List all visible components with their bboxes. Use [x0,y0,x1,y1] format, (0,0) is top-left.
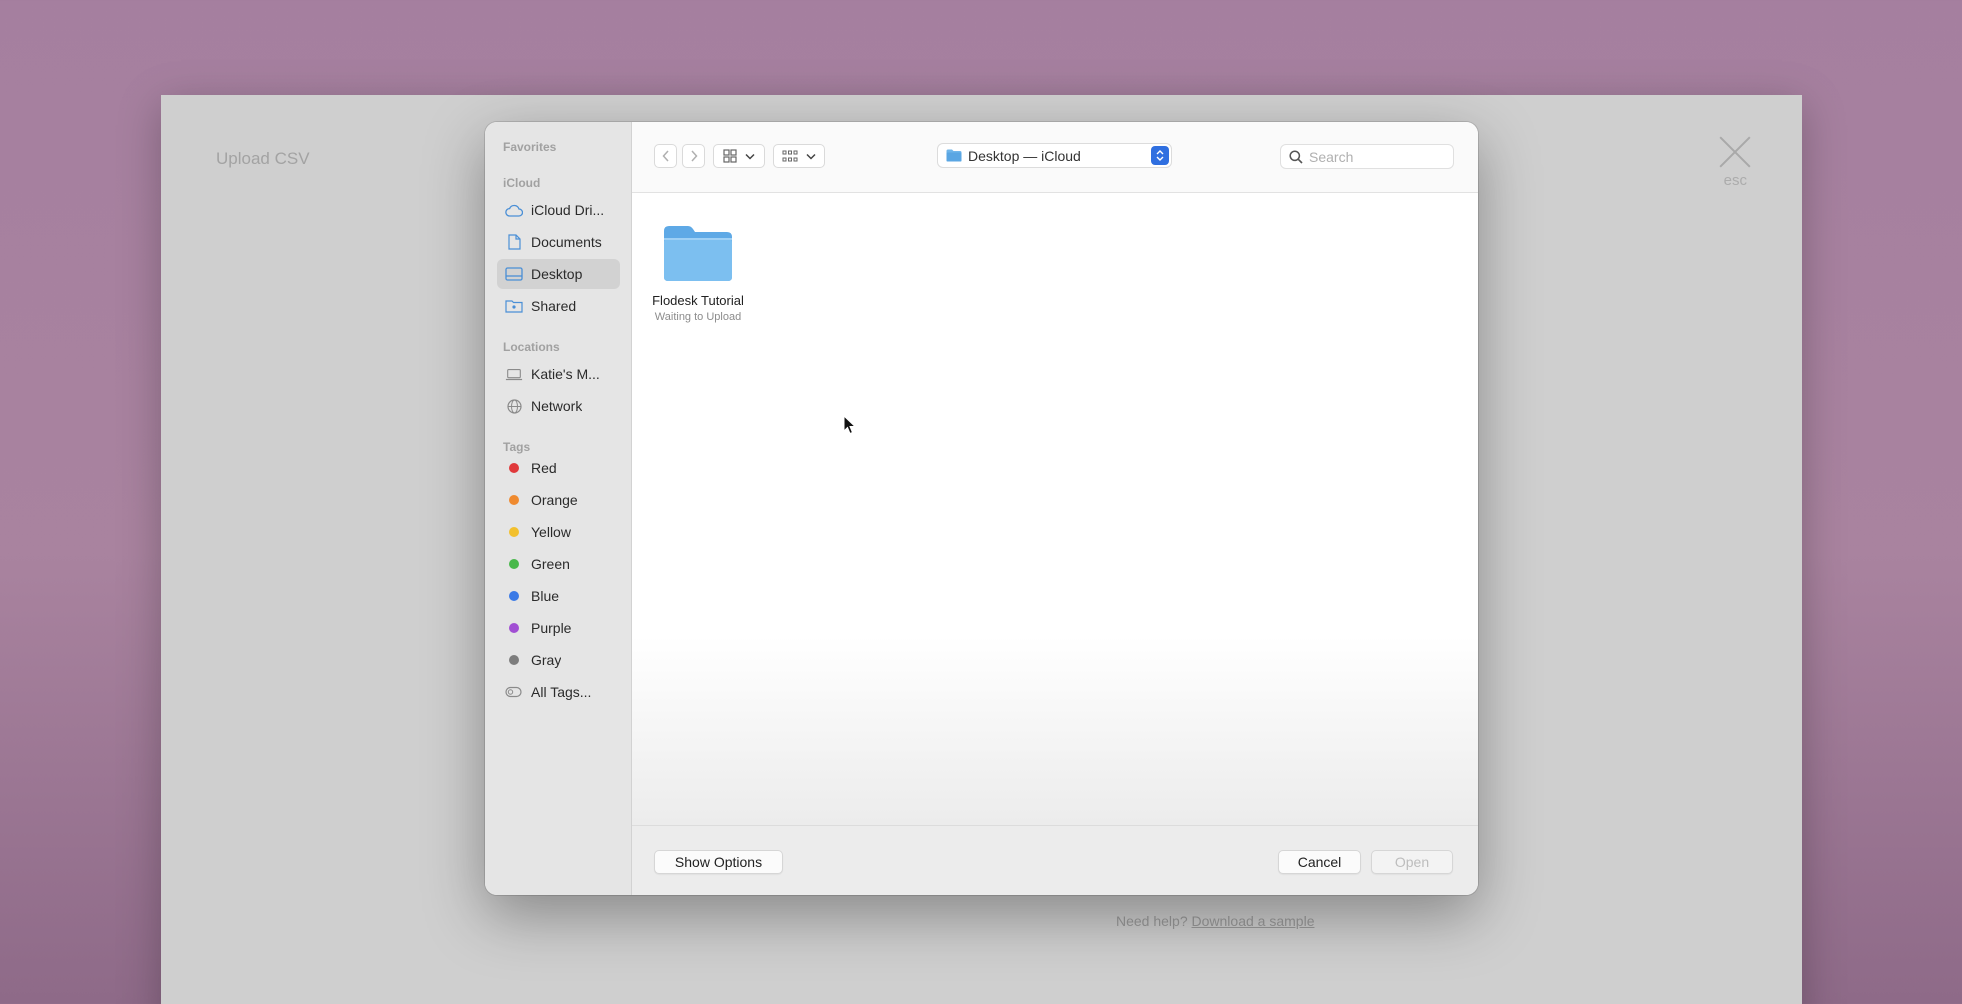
chevron-right-icon [690,150,698,162]
sidebar-item-tag-red[interactable]: Red [497,453,620,483]
tag-dot-icon [505,620,523,636]
sidebar-item-katies-mac[interactable]: Katie's M... [497,359,620,389]
sidebar-item-all-tags[interactable]: All Tags... [497,677,620,707]
search-icon [1289,149,1303,164]
updown-chevron-icon [1151,146,1169,165]
sidebar-item-label: Green [531,556,570,572]
sidebar: Favorites iCloud iCloud Dri... Documents… [485,122,632,895]
sidebar-item-tag-purple[interactable]: Purple [497,613,620,643]
sidebar-item-tag-yellow[interactable]: Yellow [497,517,620,547]
cloud-icon [505,202,523,218]
sidebar-item-label: Gray [531,652,562,668]
download-sample-link[interactable]: Download a sample [1192,913,1315,929]
sidebar-item-label: iCloud Dri... [531,202,605,218]
sidebar-item-label: All Tags... [531,684,592,700]
group-by-button[interactable] [773,144,825,168]
esc-label: esc [1723,172,1747,189]
sidebar-item-label: Katie's M... [531,366,600,382]
sidebar-item-shared[interactable]: Shared [497,291,620,321]
tag-dot-icon [505,556,523,572]
sidebar-item-label: Desktop [531,266,583,282]
shared-folder-icon [505,298,523,314]
back-button[interactable] [654,144,677,168]
icloud-header: iCloud [503,176,541,190]
folder-icon [664,226,732,281]
help-text: Need help? Download a sample [1116,913,1314,929]
sidebar-item-documents[interactable]: Documents [497,227,620,257]
group-grid-icon [782,150,798,162]
sidebar-item-label: Shared [531,298,577,314]
sidebar-item-tag-blue[interactable]: Blue [497,581,620,611]
dialog-footer: Show Options Cancel Open [632,825,1478,895]
file-name: Flodesk Tutorial [652,293,744,308]
document-icon [505,234,523,250]
sidebar-item-label: Network [531,398,583,414]
tags-icon [505,684,523,700]
chevron-down-icon [806,153,816,160]
tag-dot-icon [505,652,523,668]
sidebar-item-tag-gray[interactable]: Gray [497,645,620,675]
tag-dot-icon [505,588,523,604]
sidebar-item-desktop[interactable]: Desktop [497,259,620,289]
sidebar-item-label: Orange [531,492,578,508]
file-item-flodesk-tutorial[interactable]: Flodesk Tutorial Waiting to Upload [642,223,754,323]
upload-status: Waiting to Upload [654,311,742,323]
sidebar-item-label: Yellow [531,524,571,540]
sidebar-item-label: Documents [531,234,602,250]
location-label: Desktop — iCloud [968,147,1081,164]
close-icon[interactable] [1718,135,1752,169]
main-pane: Desktop — iCloud Flodesk Tutorial Waitin… [632,122,1478,895]
folder-icon [946,149,962,162]
chevron-left-icon [661,150,669,162]
mouse-pointer-icon [843,415,857,435]
favorites-header: Favorites [503,140,557,154]
sidebar-item-tag-orange[interactable]: Orange [497,485,620,515]
tag-dot-icon [505,460,523,476]
location-popup[interactable]: Desktop — iCloud [937,143,1172,168]
locations-header: Locations [503,340,560,354]
view-mode-button[interactable] [713,144,765,168]
tag-dot-icon [505,524,523,540]
forward-button[interactable] [682,144,705,168]
tags-header: Tags [503,440,531,454]
modal-title: Upload CSV [216,149,310,168]
sidebar-item-label: Purple [531,620,572,636]
sidebar-item-label: Red [531,460,557,476]
file-browser: Flodesk Tutorial Waiting to Upload [632,193,1478,825]
chevron-down-icon [745,153,755,160]
help-prefix: Need help? [1116,913,1188,929]
show-options-button[interactable]: Show Options [654,850,783,874]
file-picker-dialog: Favorites iCloud iCloud Dri... Documents… [485,122,1478,895]
tag-dot-icon [505,492,523,508]
sidebar-item-icloud-drive[interactable]: iCloud Dri... [497,195,620,225]
globe-icon [505,398,523,414]
icon-grid-icon [723,149,737,163]
sidebar-item-network[interactable]: Network [497,391,620,421]
search-field[interactable] [1280,144,1454,169]
toolbar: Desktop — iCloud [632,122,1478,193]
laptop-icon [505,366,523,382]
sidebar-item-tag-green[interactable]: Green [497,549,620,579]
sidebar-item-label: Blue [531,588,560,604]
search-input[interactable] [1309,148,1439,165]
desktop-icon [505,266,523,282]
cancel-button[interactable]: Cancel [1278,850,1361,874]
open-button[interactable]: Open [1371,850,1453,874]
